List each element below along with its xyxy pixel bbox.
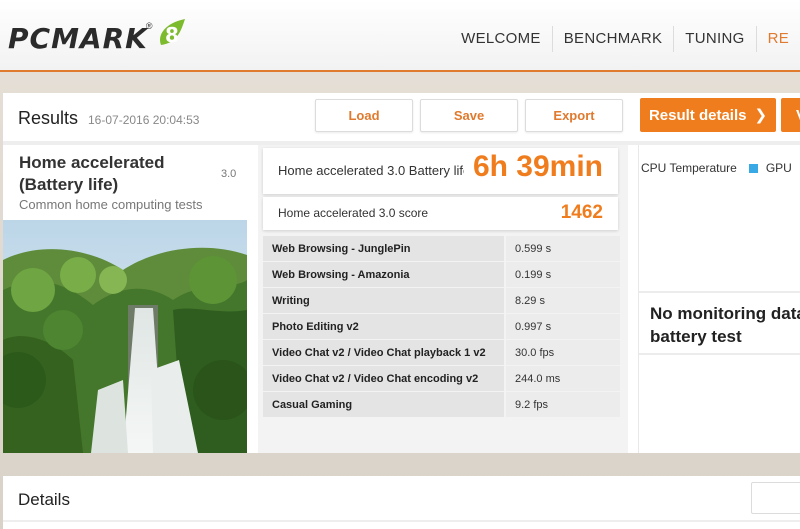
metric-name: Web Browsing - JunglePin xyxy=(263,236,506,261)
waterfall-picture xyxy=(3,220,247,453)
metric-name: Video Chat v2 / Video Chat playback 1 v2 xyxy=(263,340,506,365)
logo-text: PCMARK xyxy=(8,21,148,55)
results-date: 16-07-2016 20:04:53 xyxy=(88,113,200,127)
results-panel: Results 16-07-2016 20:04:53 Load Save Ex… xyxy=(3,93,800,453)
monitoring-separator-bottom xyxy=(639,353,800,355)
scores-area: Home accelerated 3.0 Battery life 6h 39m… xyxy=(258,145,628,453)
home-score-label: Home accelerated 3.0 score xyxy=(278,206,429,220)
details-divider xyxy=(3,520,800,522)
metric-value: 9.2 fps xyxy=(506,392,620,417)
table-row: Video Chat v2 / Video Chat playback 1 v2… xyxy=(263,340,620,366)
nav-results[interactable]: RE xyxy=(755,26,800,52)
metric-value: 0.997 s xyxy=(506,314,620,339)
nav-welcome[interactable]: WELCOME xyxy=(450,26,552,52)
logo-number: 8 xyxy=(165,23,179,47)
table-row: Casual Gaming 9.2 fps xyxy=(263,392,620,418)
legend-cpu-temperature: CPU Temperature xyxy=(641,161,737,175)
metric-name: Video Chat v2 / Video Chat encoding v2 xyxy=(263,366,506,391)
chevron-right-icon: ❯ xyxy=(754,107,768,124)
export-button[interactable]: Export xyxy=(525,99,623,132)
result-details-label: Result details xyxy=(648,106,747,124)
metric-name: Casual Gaming xyxy=(263,392,506,417)
result-details-button[interactable]: Result details ❯ xyxy=(640,98,776,132)
metrics-table: Web Browsing - JunglePin 0.599 s Web Bro… xyxy=(263,236,620,418)
table-row: Writing 8.29 s xyxy=(263,288,620,314)
table-row: Web Browsing - JunglePin 0.599 s xyxy=(263,236,620,262)
waterfall-image xyxy=(3,220,247,453)
metric-value: 30.0 fps xyxy=(506,340,620,365)
save-button[interactable]: Save xyxy=(420,99,518,132)
metric-value: 0.199 s xyxy=(506,262,620,287)
main-nav: WELCOME BENCHMARK TUNING RE xyxy=(450,22,800,56)
logo-eight-icon: 8 xyxy=(159,19,185,47)
metric-name: Photo Editing v2 xyxy=(263,314,506,339)
monitoring-separator-top xyxy=(639,291,800,293)
monitoring-legend: CPU Temperature GPU xyxy=(641,161,792,175)
test-version: 3.0 xyxy=(221,168,237,180)
table-row: Photo Editing v2 0.997 s xyxy=(263,314,620,340)
home-score-value: 1462 xyxy=(560,202,603,223)
metric-name: Writing xyxy=(263,288,506,313)
details-title: Details xyxy=(18,490,70,509)
monitoring-divider xyxy=(638,145,639,453)
results-title: Results xyxy=(18,108,79,128)
pcmark-logo: PCMARK ® 8 xyxy=(8,18,189,58)
nav-benchmark[interactable]: BENCHMARK xyxy=(551,26,674,52)
gpu-legend-swatch xyxy=(748,163,758,173)
metric-value: 8.29 s xyxy=(506,288,620,313)
table-row: Web Browsing - Amazonia 0.199 s xyxy=(263,262,620,288)
metric-value: 244.0 ms xyxy=(506,366,620,391)
test-description: Common home computing tests xyxy=(19,197,203,212)
battery-life-label: Home accelerated 3.0 Battery life xyxy=(278,163,464,178)
details-panel: Details xyxy=(3,476,800,529)
nav-tuning[interactable]: TUNING xyxy=(673,26,755,52)
load-button[interactable]: Load xyxy=(315,99,413,132)
app-header: PCMARK ® 8 WELCOME BENCHMARK TUNING RE xyxy=(0,0,800,72)
battery-life-value: 6h 39min xyxy=(472,150,603,183)
table-row: Video Chat v2 / Video Chat encoding v2 2… xyxy=(263,366,620,392)
metric-name: Web Browsing - Amazonia xyxy=(263,262,506,287)
details-button[interactable] xyxy=(751,482,800,514)
test-name: Home accelerated (Battery life) xyxy=(19,153,165,194)
battery-life-score-box: Home accelerated 3.0 Battery life 6h 39m… xyxy=(263,148,618,194)
metric-value: 0.599 s xyxy=(506,236,620,261)
home-score-box: Home accelerated 3.0 score 1462 xyxy=(263,197,618,230)
logo-registered-mark: ® xyxy=(145,21,153,31)
no-monitoring-message: No monitoring data battery test xyxy=(650,304,800,346)
cut-off-button[interactable]: V xyxy=(781,98,800,132)
legend-gpu: GPU xyxy=(765,161,792,175)
